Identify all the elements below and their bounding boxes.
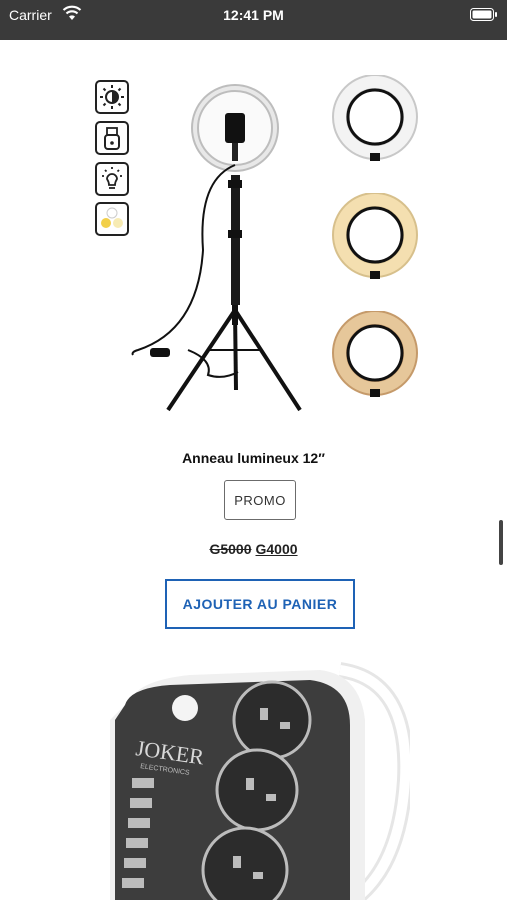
promo-badge: PROMO [224, 480, 296, 520]
socket-outlet [232, 680, 312, 760]
battery-icon [470, 8, 497, 21]
warm-white-ring [332, 193, 418, 279]
warm-light-ring [332, 311, 418, 397]
light-bulb-icon [95, 162, 129, 196]
brightness-icon [95, 80, 129, 114]
socket-outlet [215, 748, 299, 832]
status-time: 12:41 PM [223, 7, 284, 23]
ring-light-product-image[interactable] [88, 75, 428, 420]
price-row: G5000 G4000 [0, 541, 507, 557]
usb-icon [95, 121, 129, 155]
cool-white-ring [332, 75, 418, 161]
original-price: G5000 [209, 541, 252, 557]
status-bar: Carrier 12:41 PM [0, 0, 507, 40]
power-strip-product-image[interactable]: JOKER ELECTRONICS [110, 660, 410, 900]
scroll-indicator[interactable] [499, 520, 503, 565]
product-title[interactable]: Anneau lumineux 12″ [0, 450, 507, 466]
color-modes-icon [95, 202, 129, 236]
socket-outlet [201, 826, 289, 900]
sale-price: G4000 [255, 541, 298, 557]
add-to-cart-button[interactable]: AJOUTER AU PANIER [165, 579, 355, 629]
ring-light-tripod-illustration [131, 84, 302, 412]
